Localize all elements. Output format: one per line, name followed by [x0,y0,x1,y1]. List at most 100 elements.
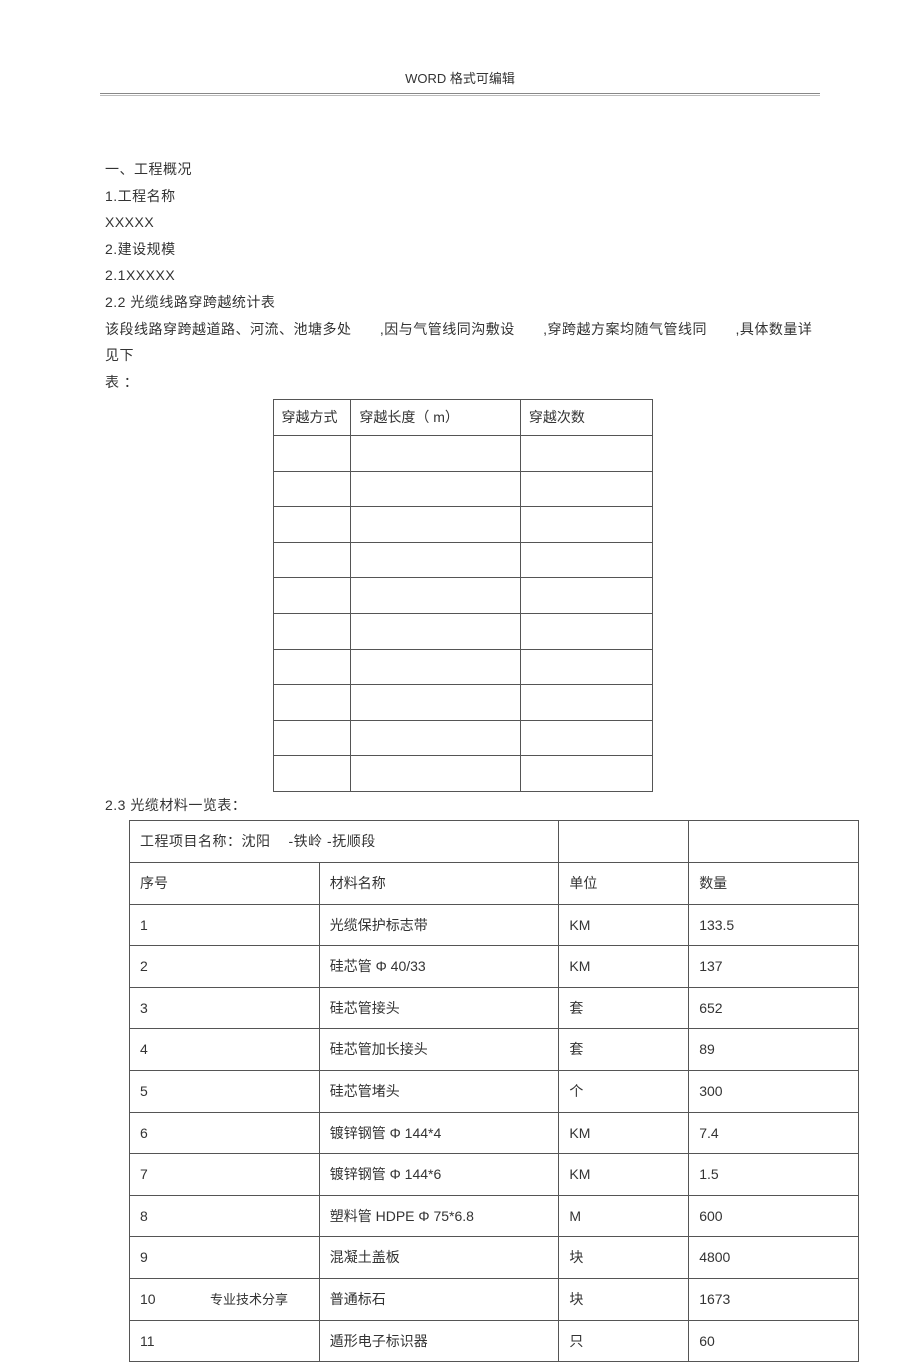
table-row: 7镀锌钢管 Φ 144*6KM1.5 [130,1154,859,1196]
empty-cell [520,649,652,685]
para-frag-c: ,穿跨越方案均随气管线同 [539,321,707,337]
empty-cell [689,821,859,863]
materials-unit-cell: KM [559,904,689,946]
para-frag-a: 该段线路穿跨越道路、河流、池塘多处 [105,321,352,337]
materials-table-wrap: 工程项目名称：沈阳-铁岭 -抚顺段 序号 材料名称 单位 数量 1光缆保护标志带… [105,820,820,1362]
page-footer: 专业技术分享 [0,1289,920,1308]
materials-unit-cell: KM [559,1112,689,1154]
table-row [273,685,652,721]
table-row [273,649,652,685]
empty-cell [351,720,521,756]
empty-cell [520,720,652,756]
table-row [273,756,652,792]
materials-qty-header: 数量 [689,863,859,905]
table-row: 6镀锌钢管 Φ 144*4KM7.4 [130,1112,859,1154]
section-2-2-title: 2.2 光缆线路穿跨越统计表 [105,289,820,316]
materials-no-cell: 1 [130,904,320,946]
empty-cell [351,613,521,649]
materials-qty-cell: 89 [689,1029,859,1071]
materials-qty-cell: 60 [689,1320,859,1362]
materials-qty-cell: 1.5 [689,1154,859,1196]
table-row [273,720,652,756]
empty-cell [273,685,351,721]
empty-cell [273,542,351,578]
materials-name-cell: 硅芯管加长接头 [319,1029,559,1071]
materials-unit-header: 单位 [559,863,689,905]
footer-text: 专业技术分享 [210,1292,288,1307]
construction-scale-label: 2.建设规模 [105,236,820,263]
materials-qty-cell: 652 [689,987,859,1029]
table-row [273,471,652,507]
project-name-cell: 工程项目名称：沈阳-铁岭 -抚顺段 [130,821,559,863]
materials-table: 工程项目名称：沈阳-铁岭 -抚顺段 序号 材料名称 单位 数量 1光缆保护标志带… [129,820,859,1362]
project-name-value: XXXXX [105,209,820,236]
materials-name-cell: 硅芯管堵头 [319,1071,559,1113]
empty-cell [351,435,521,471]
section-2-3-title: 2.3 光缆材料一览表： [105,792,820,819]
empty-cell [273,720,351,756]
table-row [273,435,652,471]
materials-name-cell: 混凝土盖板 [319,1237,559,1279]
materials-no-cell: 8 [130,1195,320,1237]
crossing-length-header: 穿越长度（ m） [351,400,521,436]
section-2-1: 2.1XXXXX [105,262,820,289]
crossing-table: 穿越方式 穿越长度（ m） 穿越次数 [273,399,653,792]
materials-no-cell: 2 [130,946,320,988]
table-row: 4硅芯管加长接头套89 [130,1029,859,1071]
crossing-table-wrap: 穿越方式 穿越长度（ m） 穿越次数 [105,399,820,792]
empty-cell [520,471,652,507]
empty-cell [351,756,521,792]
materials-no-cell: 3 [130,987,320,1029]
empty-cell [520,613,652,649]
project-suffix: -铁岭 -抚顺段 [289,833,376,849]
materials-qty-cell: 7.4 [689,1112,859,1154]
empty-cell [520,685,652,721]
section-2-2-paragraph: 该段线路穿跨越道路、河流、池塘多处 ,因与气管线同沟敷设 ,穿跨越方案均随气管线… [105,316,820,369]
table-row [273,613,652,649]
materials-name-cell: 塑料管 HDPE Φ 75*6.8 [319,1195,559,1237]
empty-cell [351,685,521,721]
materials-qty-cell: 600 [689,1195,859,1237]
table-row: 1光缆保护标志带KM133.5 [130,904,859,946]
materials-no-cell: 5 [130,1071,320,1113]
empty-cell [273,613,351,649]
project-name-label: 1.工程名称 [105,183,820,210]
table-row [273,507,652,543]
empty-cell [273,649,351,685]
empty-cell [351,507,521,543]
para-frag-e: 表 ： [105,369,820,396]
materials-unit-cell: 块 [559,1237,689,1279]
table-row: 11遁形电子标识器只60 [130,1320,859,1362]
materials-unit-cell: M [559,1195,689,1237]
page-header: WORD 格式可编辑 [0,0,920,87]
materials-no-cell: 11 [130,1320,320,1362]
table-row: 2硅芯管 Φ 40/33KM137 [130,946,859,988]
empty-cell [520,435,652,471]
materials-no-cell: 6 [130,1112,320,1154]
materials-qty-cell: 137 [689,946,859,988]
empty-cell [559,821,689,863]
empty-cell [351,471,521,507]
materials-name-cell: 遁形电子标识器 [319,1320,559,1362]
section-1-title: 一、工程概况 [105,156,820,183]
materials-no-cell: 9 [130,1237,320,1279]
materials-no-cell: 4 [130,1029,320,1071]
empty-cell [273,507,351,543]
empty-cell [273,756,351,792]
materials-name-cell: 硅芯管 Φ 40/33 [319,946,559,988]
materials-name-header: 材料名称 [319,863,559,905]
table-row: 9混凝土盖板块4800 [130,1237,859,1279]
table-row: 5硅芯管堵头个300 [130,1071,859,1113]
materials-qty-cell: 133.5 [689,904,859,946]
empty-cell [520,507,652,543]
empty-cell [520,542,652,578]
crossing-count-header: 穿越次数 [520,400,652,436]
table-row [273,578,652,614]
materials-name-cell: 镀锌钢管 Φ 144*4 [319,1112,559,1154]
materials-unit-cell: 套 [559,1029,689,1071]
materials-unit-cell: 只 [559,1320,689,1362]
document-body: 一、工程概况 1.工程名称 XXXXX 2.建设规模 2.1XXXXX 2.2 … [0,96,920,1362]
empty-cell [520,756,652,792]
materials-name-cell: 硅芯管接头 [319,987,559,1029]
materials-qty-cell: 4800 [689,1237,859,1279]
